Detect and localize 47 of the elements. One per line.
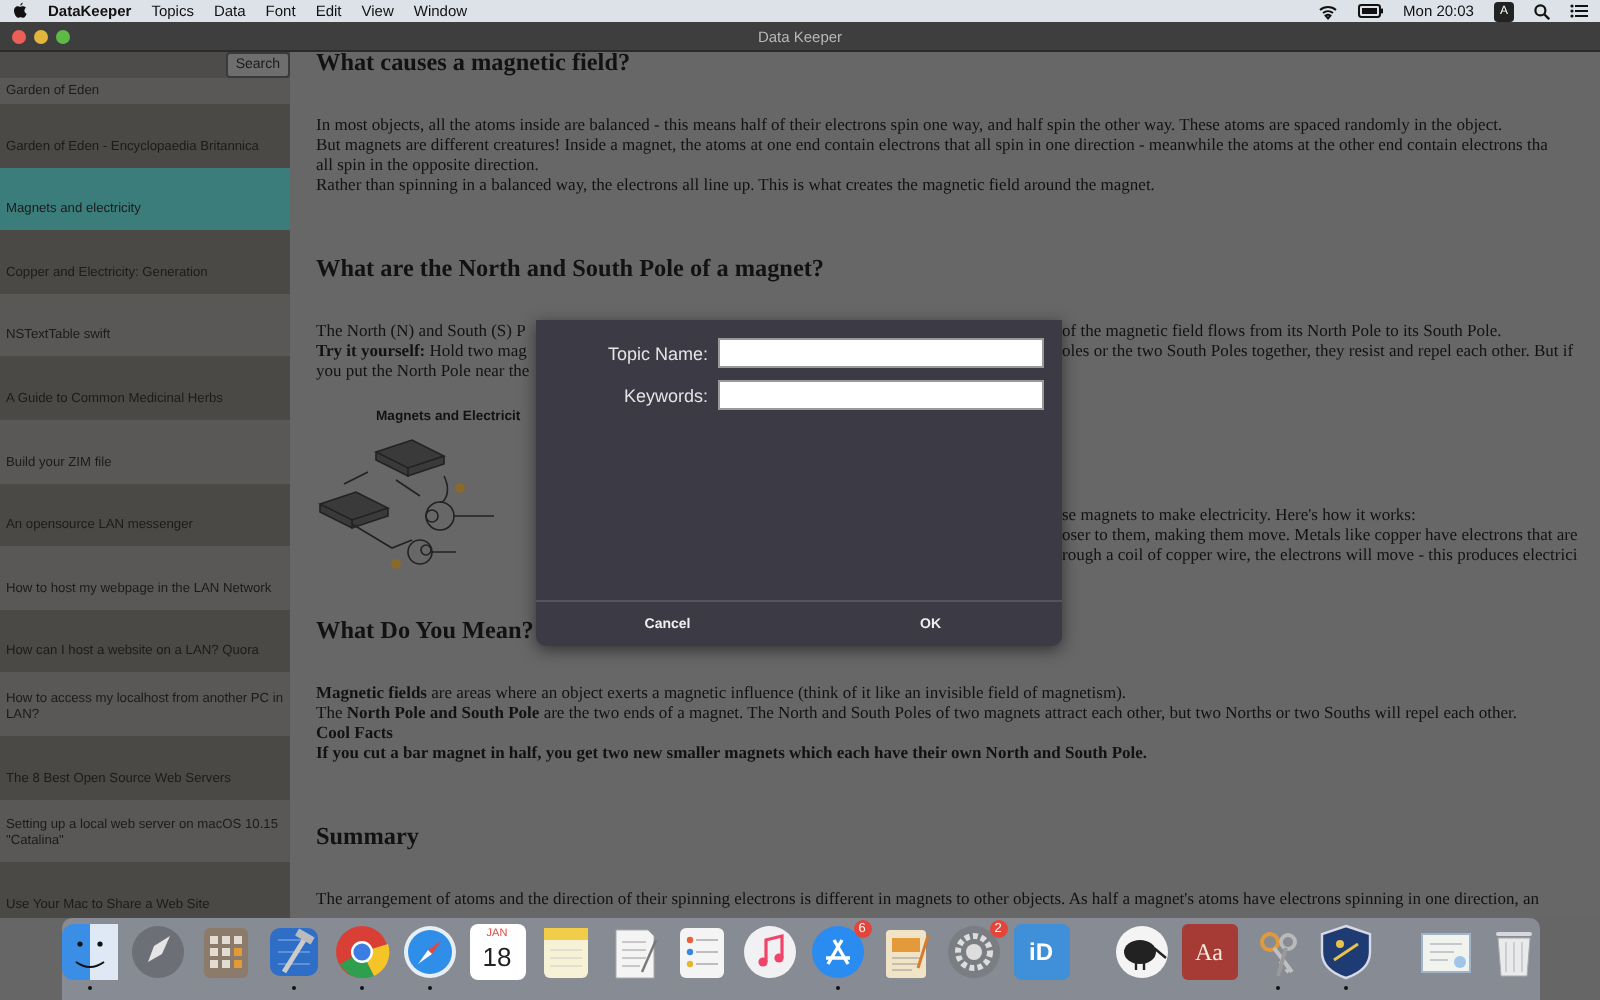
kiwi-bird-icon[interactable] <box>1113 924 1169 980</box>
text-line: The North (N) and South (S) P <box>316 320 526 340</box>
text-line: oles or the two South Poles together, they resist and repel each other. But if <box>1062 340 1574 360</box>
field-label: Topic Name: <box>607 343 708 363</box>
text-line: The North Pole and South Pole are the two ends of a magnet. The North and South Poles of two magnets attract each other, but two Norths or two Souths will repel each other. <box>316 702 1518 722</box>
zoom-button[interactable] <box>56 29 70 43</box>
section-heading: Summary <box>316 822 419 850</box>
id-card-icon[interactable]: iD <box>1013 924 1069 980</box>
battery-icon[interactable] <box>1357 4 1384 18</box>
music-note-icon[interactable] <box>741 924 797 980</box>
text-line: you put the North Pole near the <box>316 360 530 380</box>
text-line: of the magnetic field flows from its North Pole to its South Pole. <box>1062 320 1502 340</box>
compass-icon[interactable] <box>401 924 457 980</box>
app-label: iD <box>1029 938 1053 966</box>
face-icon[interactable] <box>61 924 117 980</box>
text-line: But magnets are different creatures! Inside a magnet, the atoms at one end contain electrons that all spin in one direction - meanwhile the atoms at the other end contain electrons tha <box>316 134 1548 154</box>
text-line: se magnets to make electricity. Here's how it works: <box>1062 504 1416 524</box>
calendar-day: 18 <box>482 942 512 972</box>
bold-text-line: If you cut a bar magnet in half, you get two new smaller magnets which each have their own North and South Pole. <box>316 742 1148 762</box>
section-heading: What Do You Mean? <box>316 616 534 644</box>
minimize-button[interactable] <box>34 29 48 43</box>
input-field[interactable] <box>718 338 1044 368</box>
search-icon[interactable] <box>1534 3 1550 19</box>
shield-icon[interactable] <box>1317 924 1373 980</box>
text-line: all spin in the opposite direction. <box>316 154 539 174</box>
text-line: The arrangement of atoms and the direction of their spinning electrons is different in magnets to other objects. As half a magnet's atoms have electrons spinning in one direction, an <box>316 888 1540 908</box>
field-label: Keywords: <box>623 385 708 405</box>
input-field[interactable] <box>718 380 1044 410</box>
text-line: In most objects, all the atoms inside are balanced - this means half of their electrons spin one way, and half spin the other way. These atoms are spaced randomly in the object. <box>316 114 1503 134</box>
text-line: oser to them, making them move. Metals like copper have electrons that are <box>1062 524 1578 544</box>
list-icon[interactable] <box>1570 4 1588 18</box>
text-line: Rather than spinning in a balanced way, the electrons all line up. This is what creates the magnetic field around the magnet. <box>316 174 1155 194</box>
section-heading: What are the North and South Pole of a magnet? <box>316 254 825 282</box>
close-button[interactable] <box>12 29 26 43</box>
settings-icon[interactable] <box>945 924 1001 980</box>
dictionary-icon[interactable]: Aa <box>1181 924 1237 980</box>
app-store-icon[interactable] <box>809 924 865 980</box>
section-heading: What causes a magnetic field? <box>316 52 631 76</box>
text-line: Try it yourself: Hold two mag <box>316 340 527 360</box>
apple-icon[interactable] <box>12 2 28 20</box>
hammer-blueprint-icon[interactable] <box>265 924 321 980</box>
wifi-icon[interactable] <box>1317 3 1338 19</box>
browser-icon[interactable] <box>333 924 389 980</box>
bold-text-line: Cool Facts <box>316 722 393 742</box>
text-line: Magnetic fields are areas where an object exerts a magnetic influence (think of it like an invisible field of magnetism). <box>316 682 1127 702</box>
app-label: Aa <box>1195 937 1223 967</box>
text-line: rough a coil of copper wire, the electrons will move - this produces electrici <box>1062 544 1578 564</box>
